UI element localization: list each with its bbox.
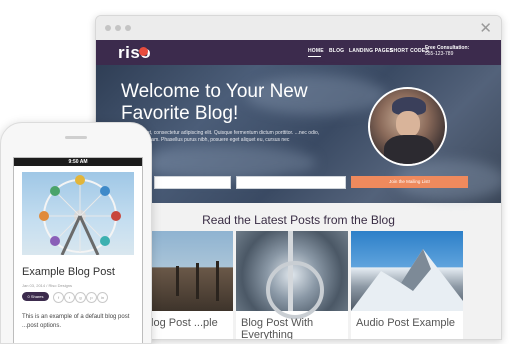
join-mailing-list-button[interactable]: Join the Mailing List! [351,176,468,188]
nav-landing-pages[interactable]: LANDING PAGES [349,48,393,54]
pinterest-icon[interactable]: p [86,292,97,303]
pier-post [216,261,219,301]
browser-chrome: ✕ [96,16,501,41]
nav-home[interactable]: HOME [308,48,324,54]
name-input[interactable] [154,176,231,189]
post-featured-image[interactable] [22,172,134,255]
status-time: 9:50 AM [68,159,88,165]
linkedin-icon[interactable]: in [97,292,108,303]
post-image[interactable] [351,231,463,311]
facebook-icon[interactable]: f [53,292,64,303]
coat-shape [384,135,434,164]
logo-mark-icon [139,47,148,56]
hero-cloud [136,145,316,180]
mountain-graphic [351,249,463,311]
post-card[interactable]: Audio Post Example [351,231,463,339]
post-card[interactable]: Blog Post With Everything [236,231,348,339]
window-dot-icon[interactable] [105,25,111,31]
post-image[interactable] [236,231,348,319]
phone-status-bar: 9:50 AM [14,158,142,166]
ferris-wheel-graphic [39,175,121,255]
phone-post-meta: Jan 03, 2014 / Riso Designs [22,283,73,288]
close-icon[interactable]: ✕ [479,19,492,37]
site-nav: riso HOME BLOG LANDING PAGES SHORT CODES… [96,40,501,65]
consultation-info: Free Consultation: 555-123-789 [425,45,469,57]
consultation-phone[interactable]: 555-123-789 [425,51,469,57]
phone-post-excerpt: This is an example of a default blog pos… [22,314,130,329]
author-photo [368,87,447,166]
window-dot-icon[interactable] [115,25,121,31]
post-title[interactable]: Blog Post With Everything [241,317,349,339]
hero-title: Welcome to Your New Favorite Blog! [121,81,308,124]
pier-post [196,263,199,299]
window-dot-icon[interactable] [125,25,131,31]
twitter-icon[interactable]: t [64,292,75,303]
face-shape [396,111,420,137]
phone-post-title[interactable]: Example Blog Post [22,266,142,278]
google-plus-icon[interactable]: g [75,292,86,303]
posts-section-title: Read the Latest Posts from the Blog [202,213,395,227]
nav-blog[interactable]: BLOG [329,48,344,54]
share-count-button[interactable]: 0 Shares [22,292,49,301]
winch-shape [266,261,324,319]
phone-speaker [65,136,87,139]
pier-post [176,266,179,296]
nav-short-codes[interactable]: SHORT CODES [390,48,429,54]
post-title[interactable]: Audio Post Example [356,317,464,329]
email-input[interactable] [236,176,346,189]
phone-device: 9:50 AM Example Blog Post Jan 03, 2014 /… [0,122,152,344]
nav-active-indicator [308,56,321,57]
phone-screen: 9:50 AM Example Blog Post Jan 03, 2014 /… [13,157,143,343]
browser-window: ✕ riso HOME BLOG LANDING PAGES SHORT COD… [95,15,502,340]
